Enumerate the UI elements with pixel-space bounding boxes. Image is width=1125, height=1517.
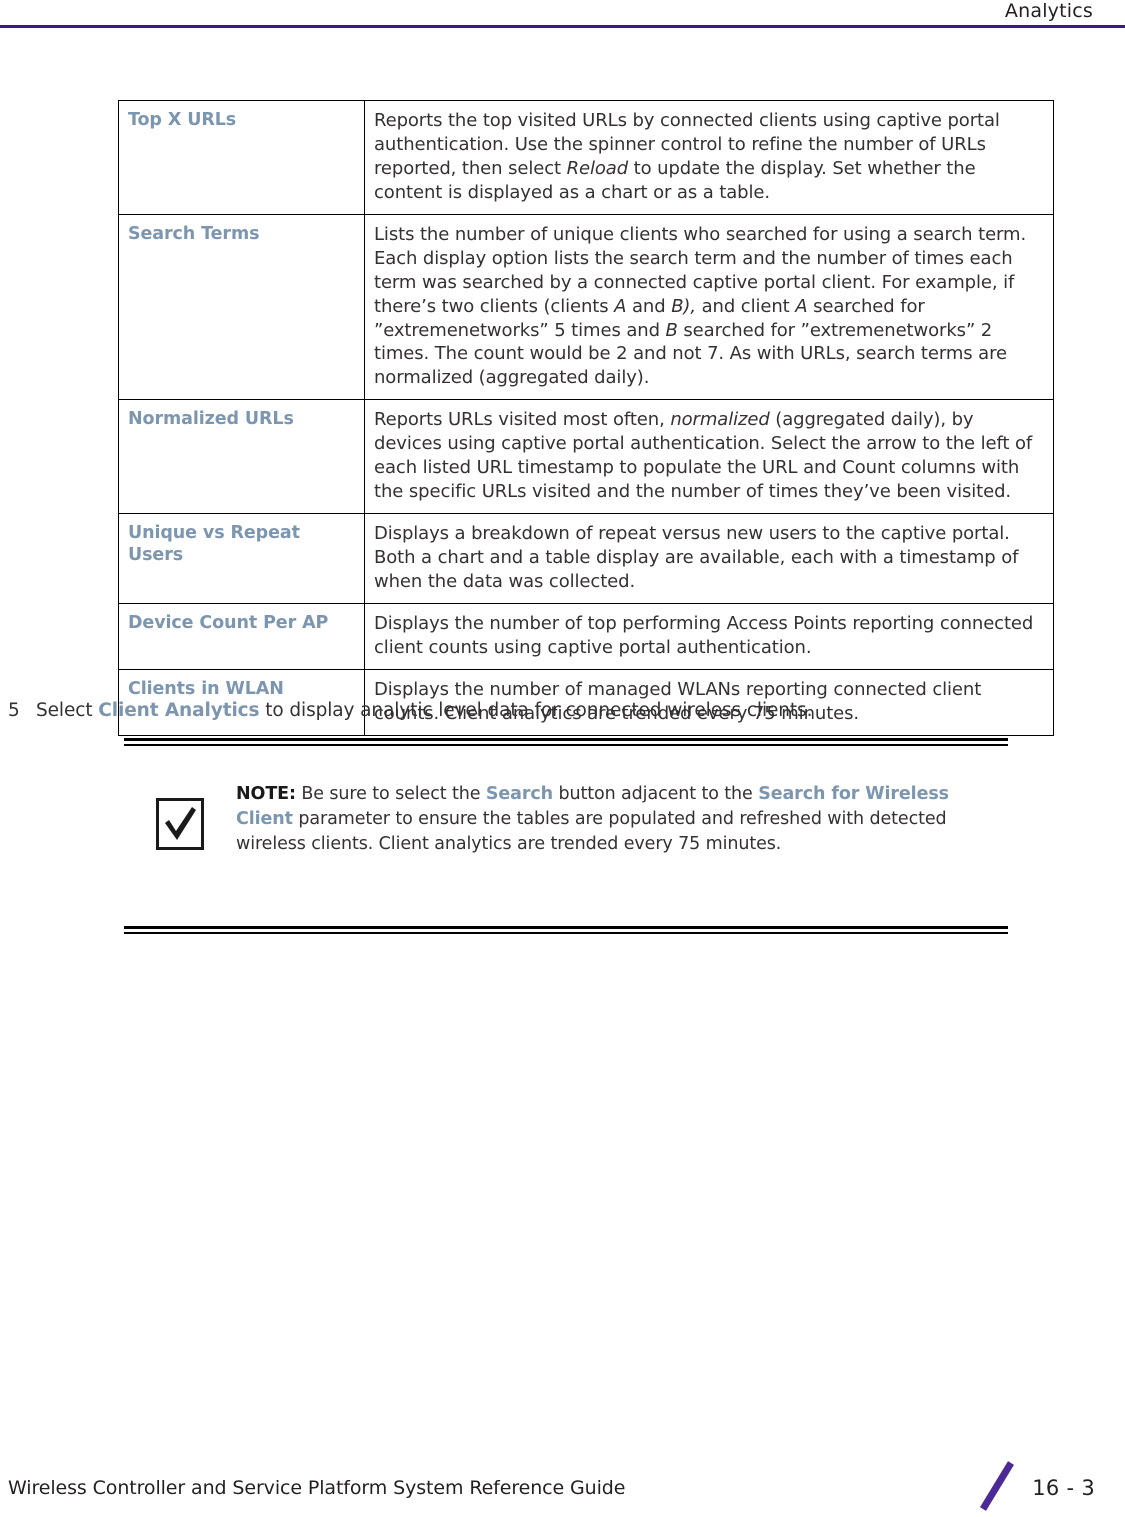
header-rule [0,25,1125,28]
table-row: Search Terms Lists the number of unique c… [118,213,1054,401]
table-cell-term: Top X URLs [118,100,365,215]
slash-decoration-icon [979,1459,1017,1513]
parameter-description-table: Top X URLs Reports the top visited URLs b… [118,100,1054,736]
table-cell-term: Normalized URLs [118,399,365,515]
table-row: Normalized URLs Reports URLs visited most… [118,399,1054,515]
checkmark-icon [156,798,204,850]
step-number: 5 [8,700,20,721]
page-number: 16 - 3 [1032,1476,1095,1500]
body-text: and [626,295,672,317]
note-text: NOTE: Be sure to select the Search butto… [236,782,976,857]
table-row: Device Count Per AP Displays the number o… [118,602,1054,670]
note-label: NOTE: [236,784,296,804]
table-body: Top X URLs Reports the top visited URLs b… [118,100,1054,736]
note-admonition: NOTE: Be sure to select the Search butto… [124,738,1008,934]
emphasis-text: A [795,295,808,317]
emphasis-text: B), [671,295,696,317]
table-row: Top X URLs Reports the top visited URLs b… [118,100,1054,215]
note-rich-text: Be sure to select the Search button adja… [236,784,949,854]
body-text: parameter to ensure the tables are popul… [236,808,947,854]
ui-term: Search [485,784,553,804]
body-text: button adjacent to the [553,784,759,804]
ui-term: Client Analytics [98,700,260,721]
body-text: Displays the number of top performing Ac… [374,612,1034,658]
body-text: Reports URLs visited most often, [374,409,671,431]
table-cell-description: Reports the top visited URLs by connecte… [364,100,1054,215]
note-bottom-rule [124,926,1008,934]
note-body: NOTE: Be sure to select the Search butto… [124,746,1008,926]
page-footer: Wireless Controller and Service Platform… [0,1437,1125,1517]
table-cell-term: Search Terms [118,213,365,401]
step-item-5: 5 Select Client Analytics to display anal… [8,700,1068,721]
footer-guide-title: Wireless Controller and Service Platform… [8,1477,626,1499]
table-cell-description: Displays a breakdown of repeat versus ne… [364,513,1054,604]
table-cell-description: Lists the number of unique clients who s… [364,213,1054,401]
body-text: Select [36,700,99,721]
table-cell-term: Unique vs Repeat Users [118,513,365,604]
emphasis-text: Reload [566,157,629,179]
emphasis-text: B [665,319,678,341]
table-cell-description: Reports URLs visited most often, normali… [364,399,1054,515]
table-row: Unique vs Repeat Users Displays a breakdo… [118,513,1054,604]
step-text: Select Client Analytics to display analy… [36,700,812,721]
body-text: to display analytic level data for conne… [259,700,813,721]
table-cell-description: Displays the number of top performing Ac… [364,602,1054,670]
running-header-title: Analytics [1004,0,1093,22]
emphasis-text: normalized [670,409,770,431]
page-header: Analytics [0,0,1125,28]
note-top-rule [124,738,1008,746]
table-cell-term: Device Count Per AP [118,602,365,670]
body-text: Displays a breakdown of repeat versus ne… [374,523,1019,592]
emphasis-text: A [614,295,627,317]
body-text: Be sure to select the [295,784,486,804]
body-text: and client [695,295,796,317]
